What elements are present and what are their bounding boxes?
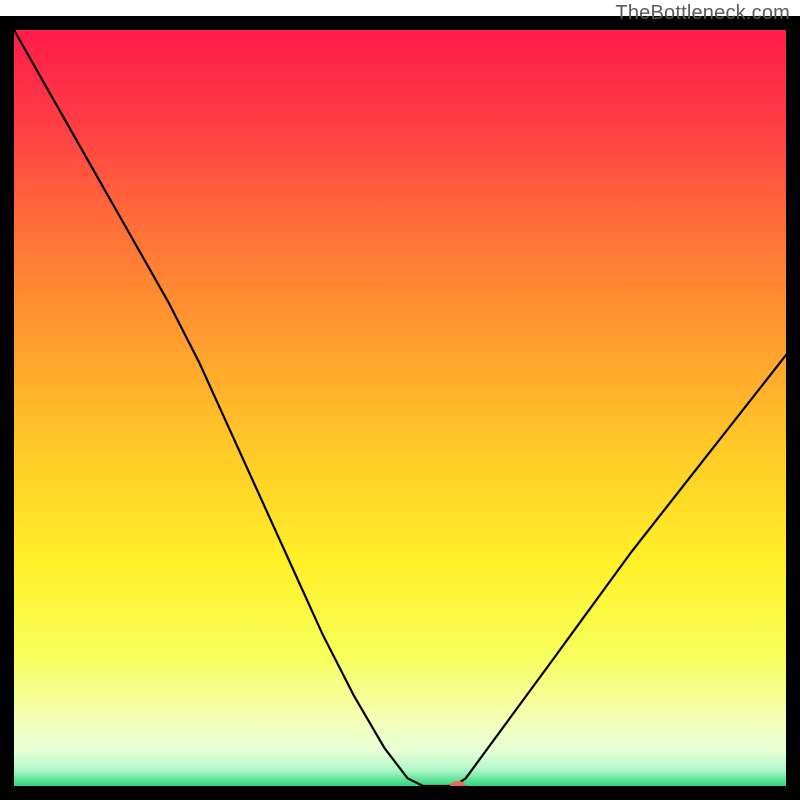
chart-svg [0, 0, 800, 800]
plot-background [7, 23, 793, 793]
watermark-text: TheBottleneck.com [615, 2, 790, 25]
bottleneck-chart: TheBottleneck.com [0, 0, 800, 800]
